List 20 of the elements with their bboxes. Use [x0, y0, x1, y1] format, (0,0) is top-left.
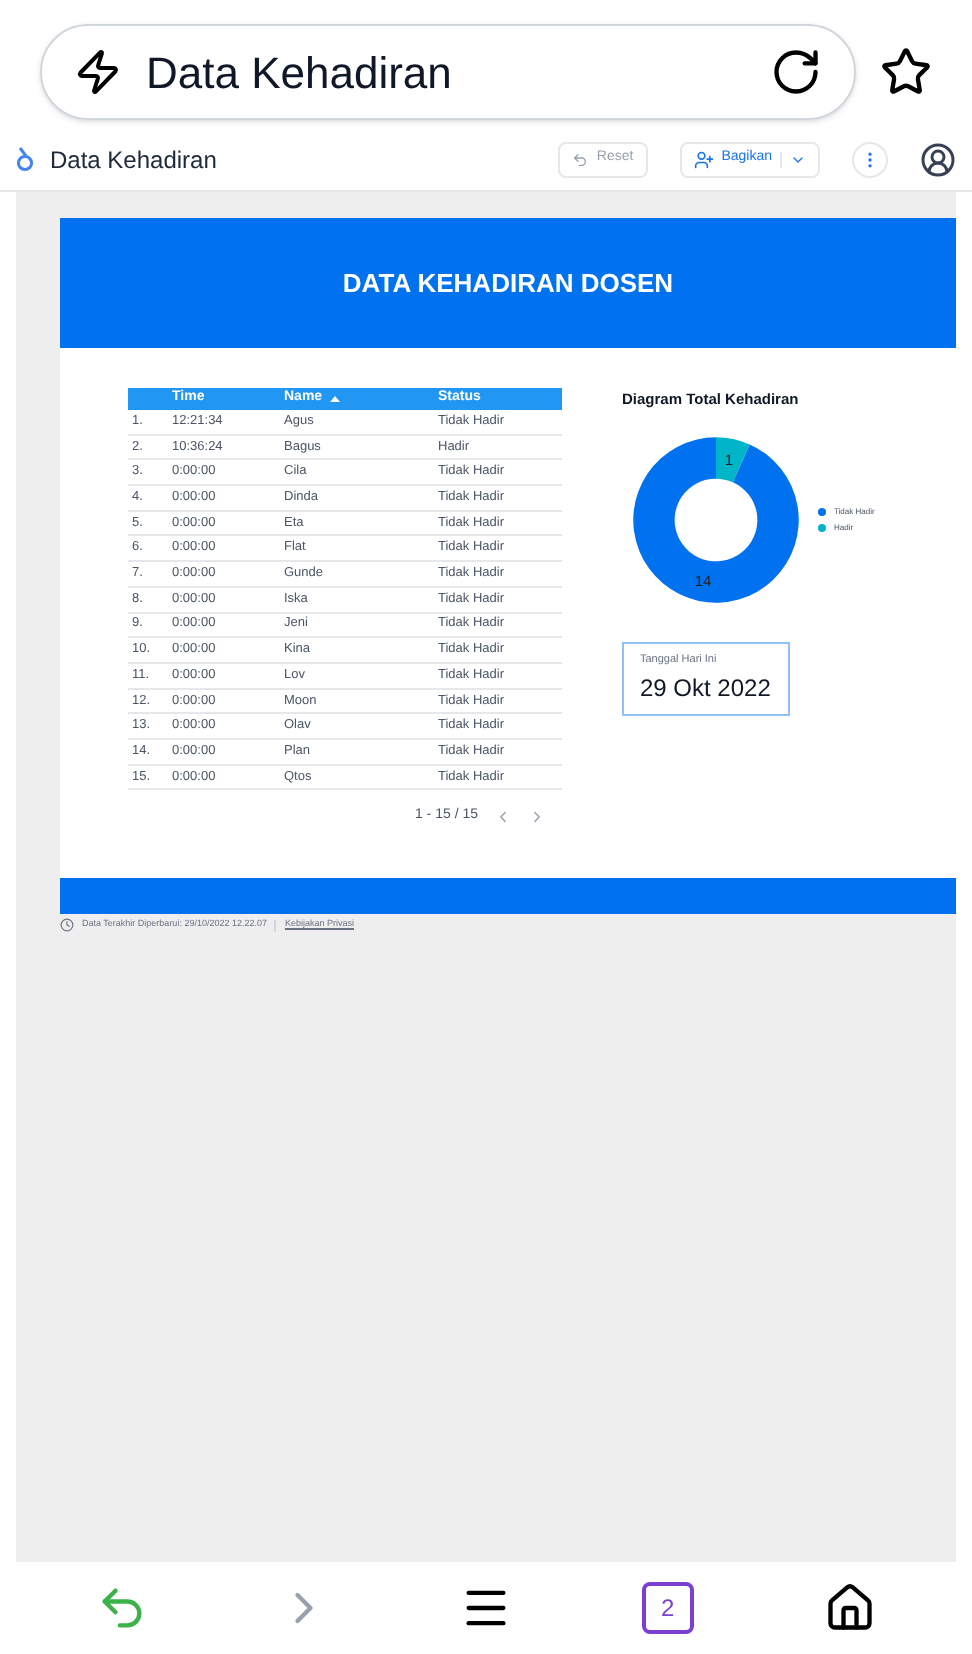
report-heading: DATA KEHADIRAN DOSEN — [342, 265, 674, 302]
add-person-icon — [693, 149, 714, 169]
info-icon — [60, 918, 74, 932]
slice-label: 1 — [724, 451, 734, 470]
bolt-icon — [74, 48, 122, 96]
undo-icon — [572, 151, 589, 167]
url-text: Data Kehadiran — [146, 45, 454, 101]
date-value: 29 Okt 2022 — [640, 671, 772, 705]
reload-icon[interactable] — [770, 46, 822, 98]
logo-icon — [16, 146, 34, 172]
tabs-button[interactable]: 2 — [641, 1582, 694, 1634]
slice-label: 14 — [694, 572, 712, 591]
star-icon[interactable] — [880, 46, 932, 98]
address-bar[interactable]: Data Kehadiran — [40, 24, 856, 120]
next-page-icon[interactable] — [528, 808, 546, 827]
report-title: Data Kehadiran — [50, 143, 219, 177]
sort-up-icon[interactable] — [330, 396, 341, 402]
previous-page-icon[interactable] — [494, 808, 512, 827]
home-icon[interactable] — [823, 1582, 876, 1634]
account-icon[interactable] — [920, 141, 956, 177]
